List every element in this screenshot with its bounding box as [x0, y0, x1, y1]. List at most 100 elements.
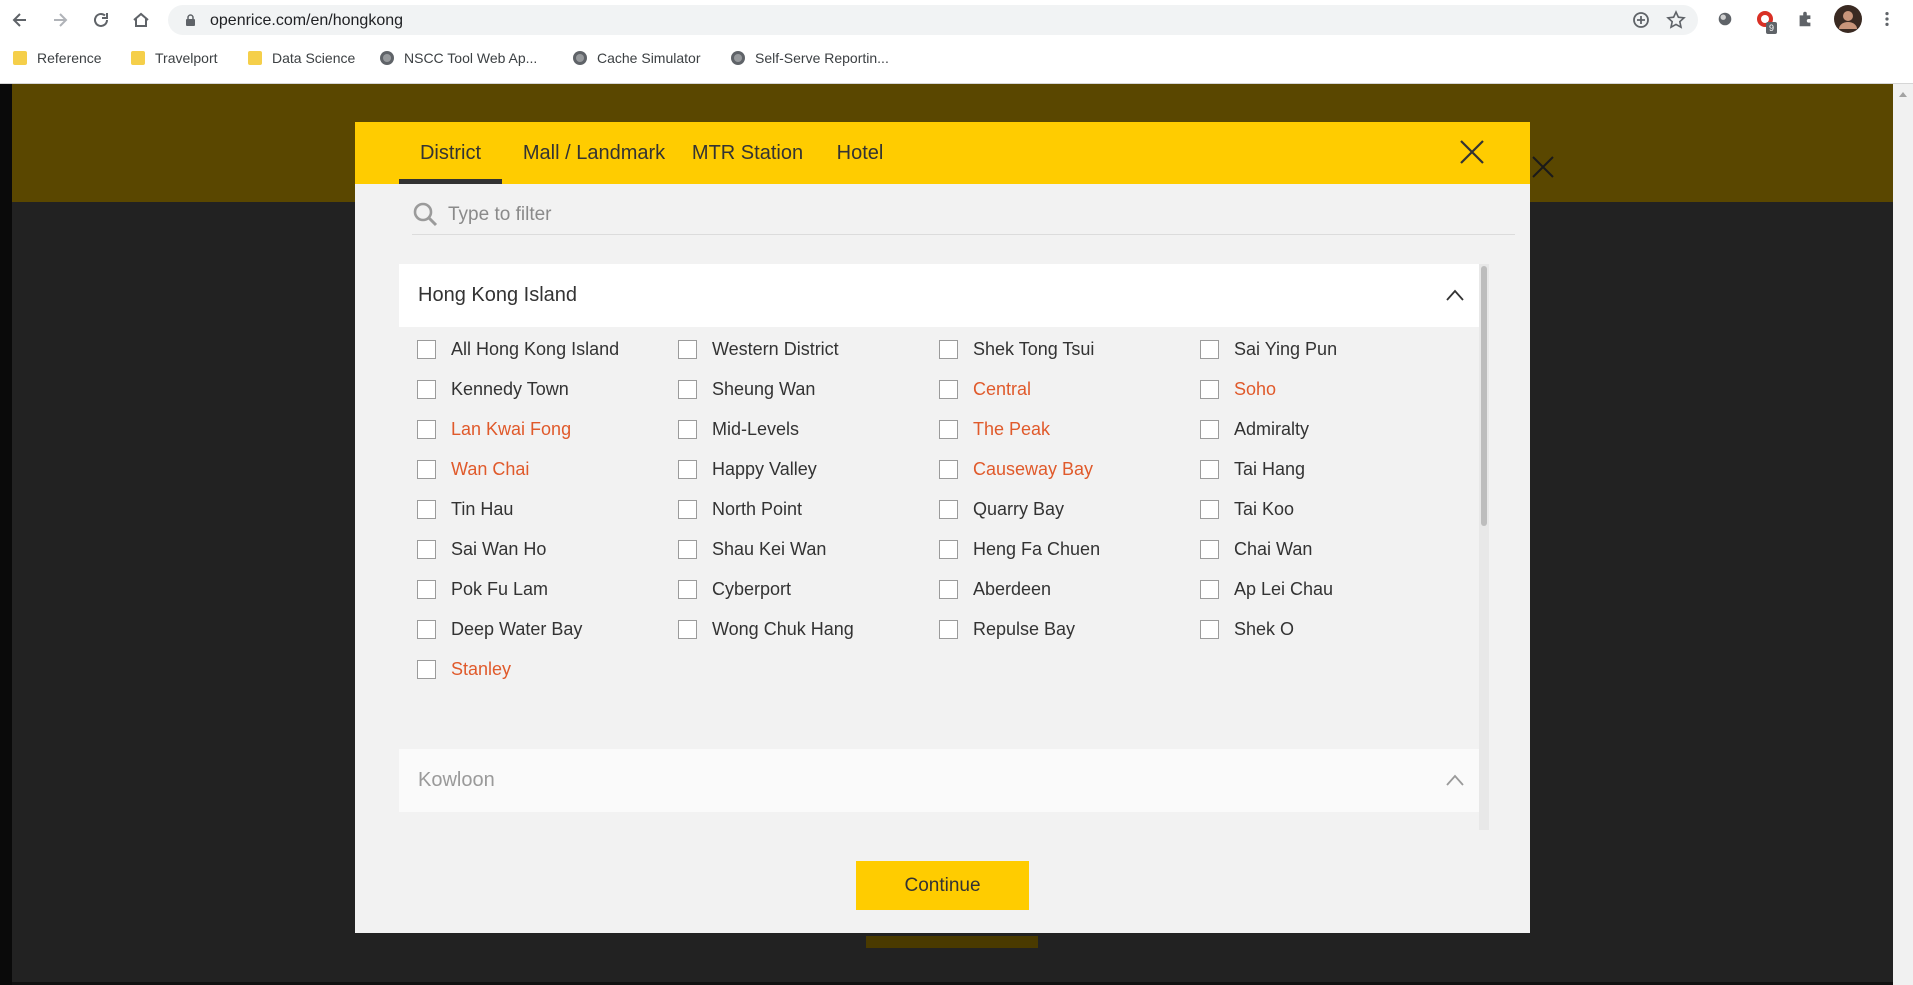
- continue-button[interactable]: Continue: [856, 861, 1029, 910]
- page-scrollbar[interactable]: [1893, 84, 1913, 985]
- tab-district[interactable]: District: [399, 122, 502, 184]
- checkbox[interactable]: [1200, 539, 1219, 559]
- checkbox[interactable]: [678, 579, 697, 599]
- extension-circle-icon[interactable]: [1714, 8, 1736, 30]
- checkbox[interactable]: [417, 459, 436, 479]
- district-option[interactable]: Central: [939, 374, 1031, 404]
- district-option[interactable]: Aberdeen: [939, 574, 1051, 604]
- checkbox[interactable]: [417, 539, 436, 559]
- checkbox[interactable]: [417, 579, 436, 599]
- district-option[interactable]: Wong Chuk Hang: [678, 614, 854, 644]
- district-option[interactable]: All Hong Kong Island: [417, 334, 619, 364]
- district-option-label: Pok Fu Lam: [451, 578, 549, 599]
- tab-mtr-station[interactable]: MTR Station: [686, 122, 809, 184]
- checkbox[interactable]: [939, 539, 958, 559]
- checkbox[interactable]: [1200, 499, 1219, 519]
- checkbox[interactable]: [1200, 579, 1219, 599]
- checkbox[interactable]: [939, 619, 958, 639]
- checkbox[interactable]: [678, 379, 697, 399]
- district-option[interactable]: Mid-Levels: [678, 414, 799, 444]
- checkbox[interactable]: [939, 459, 958, 479]
- checkbox[interactable]: [1200, 619, 1219, 639]
- checkbox[interactable]: [417, 339, 436, 359]
- forward-button[interactable]: [48, 8, 72, 32]
- district-option[interactable]: Quarry Bay: [939, 494, 1064, 524]
- checkbox[interactable]: [1200, 419, 1219, 439]
- district-option[interactable]: Lan Kwai Fong: [417, 414, 571, 444]
- district-option[interactable]: Shek O: [1200, 614, 1294, 644]
- tab-hotel[interactable]: Hotel: [825, 122, 895, 184]
- district-option-label: Soho: [1234, 378, 1277, 399]
- district-option[interactable]: Wan Chai: [417, 454, 529, 484]
- district-option[interactable]: Causeway Bay: [939, 454, 1093, 484]
- checkbox[interactable]: [678, 419, 697, 439]
- checkbox[interactable]: [417, 379, 436, 399]
- district-option[interactable]: Tin Hau: [417, 494, 513, 524]
- bookmark-nscc-tool[interactable]: NSCC Tool Web Ap...: [380, 50, 537, 66]
- checkbox[interactable]: [678, 619, 697, 639]
- checkbox[interactable]: [939, 579, 958, 599]
- checkbox[interactable]: [678, 539, 697, 559]
- checkbox[interactable]: [939, 499, 958, 519]
- district-option[interactable]: The Peak: [939, 414, 1050, 444]
- district-option[interactable]: Pok Fu Lam: [417, 574, 548, 604]
- folder-icon: [131, 51, 145, 65]
- district-option[interactable]: Kennedy Town: [417, 374, 569, 404]
- bookmark-data-science[interactable]: Data Science: [248, 50, 355, 66]
- section-header-kowloon[interactable]: Kowloon: [399, 749, 1479, 812]
- scrollbar-thumb[interactable]: [1481, 266, 1487, 526]
- district-option[interactable]: Admiralty: [1200, 414, 1309, 444]
- district-option-label: Kennedy Town: [451, 378, 569, 399]
- profile-avatar[interactable]: [1834, 5, 1862, 33]
- checkbox[interactable]: [678, 339, 697, 359]
- district-option-label: North Point: [712, 498, 803, 519]
- bookmark-cache-simulator[interactable]: Cache Simulator: [573, 50, 701, 66]
- checkbox[interactable]: [678, 499, 697, 519]
- district-option[interactable]: Chai Wan: [1200, 534, 1312, 564]
- checkbox[interactable]: [939, 379, 958, 399]
- section-header-hong-kong-island[interactable]: Hong Kong Island: [399, 264, 1479, 327]
- district-option[interactable]: Shau Kei Wan: [678, 534, 826, 564]
- checkbox[interactable]: [417, 619, 436, 639]
- reload-button[interactable]: [89, 8, 113, 32]
- district-option[interactable]: Sheung Wan: [678, 374, 815, 404]
- checkbox[interactable]: [417, 419, 436, 439]
- bookmark-reference[interactable]: Reference: [13, 50, 102, 66]
- district-option[interactable]: Tai Koo: [1200, 494, 1294, 524]
- district-option[interactable]: Western District: [678, 334, 839, 364]
- district-option[interactable]: Soho: [1200, 374, 1276, 404]
- tab-mall-landmark[interactable]: Mall / Landmark: [518, 122, 670, 184]
- address-bar[interactable]: openrice.com/en/hongkong: [168, 5, 1698, 35]
- district-option[interactable]: Sai Wan Ho: [417, 534, 546, 564]
- bookmark-travelport[interactable]: Travelport: [131, 50, 218, 66]
- checkbox[interactable]: [1200, 339, 1219, 359]
- home-button[interactable]: [129, 8, 153, 32]
- district-option[interactable]: Stanley: [417, 654, 511, 684]
- checkbox[interactable]: [678, 459, 697, 479]
- back-button[interactable]: [8, 8, 32, 32]
- district-option[interactable]: Cyberport: [678, 574, 791, 604]
- browser-menu-icon[interactable]: [1876, 8, 1898, 30]
- district-option[interactable]: Ap Lei Chau: [1200, 574, 1333, 604]
- district-option[interactable]: Tai Hang: [1200, 454, 1305, 484]
- district-option[interactable]: Repulse Bay: [939, 614, 1075, 644]
- extensions-puzzle-icon[interactable]: [1794, 8, 1816, 30]
- zoom-icon[interactable]: [1632, 11, 1650, 29]
- list-scrollbar[interactable]: [1479, 264, 1489, 830]
- district-option[interactable]: North Point: [678, 494, 802, 524]
- checkbox[interactable]: [1200, 379, 1219, 399]
- checkbox[interactable]: [939, 419, 958, 439]
- checkbox[interactable]: [939, 339, 958, 359]
- district-option[interactable]: Sai Ying Pun: [1200, 334, 1337, 364]
- district-option[interactable]: Shek Tong Tsui: [939, 334, 1094, 364]
- bookmark-self-serve[interactable]: Self-Serve Reportin...: [731, 50, 889, 66]
- checkbox[interactable]: [417, 499, 436, 519]
- district-option[interactable]: Deep Water Bay: [417, 614, 582, 644]
- filter-input[interactable]: [446, 200, 1500, 230]
- district-option[interactable]: Happy Valley: [678, 454, 817, 484]
- district-option[interactable]: Heng Fa Chuen: [939, 534, 1100, 564]
- bookmark-star-icon[interactable]: [1666, 10, 1686, 30]
- checkbox[interactable]: [1200, 459, 1219, 479]
- checkbox[interactable]: [417, 659, 436, 679]
- close-icon[interactable]: [1457, 137, 1487, 167]
